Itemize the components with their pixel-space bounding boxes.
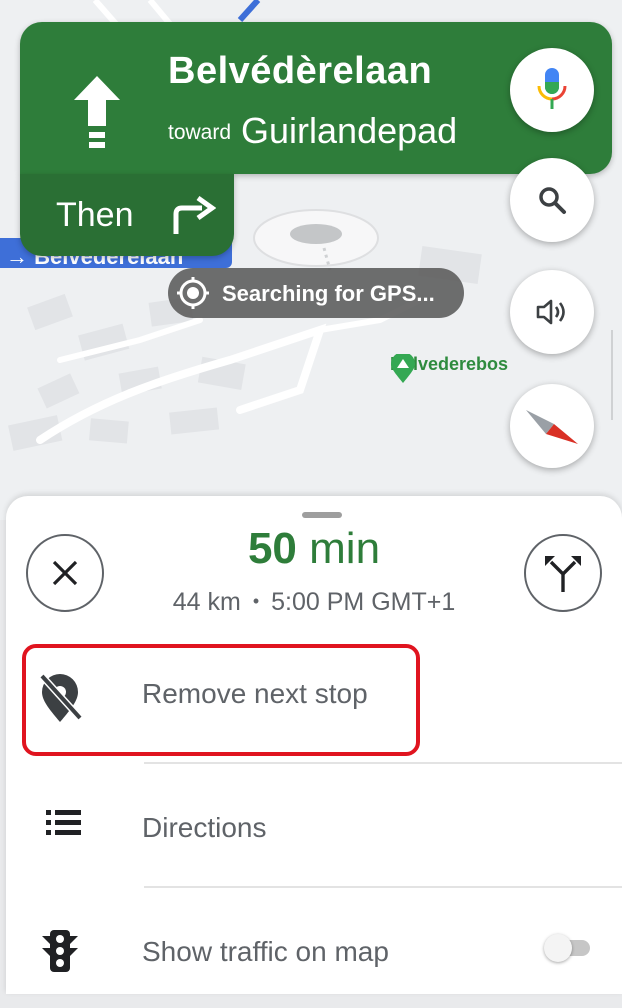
search-button[interactable] — [510, 158, 594, 242]
show-traffic-label: Show traffic on map — [142, 936, 389, 967]
gps-status-text: Searching for GPS... — [222, 281, 435, 306]
trip-arrival-time: 5:00 PM GMT+1 — [271, 588, 456, 616]
directions-item[interactable]: Directions — [6, 766, 622, 886]
traffic-toggle[interactable] — [544, 932, 594, 962]
search-icon — [539, 187, 566, 214]
toward-line: toward Guirlandepad — [168, 110, 457, 152]
route-fork-icon — [545, 556, 581, 592]
toggle-knob — [544, 934, 572, 962]
gps-status-pill: Searching for GPS... — [168, 268, 464, 318]
tree-pin-icon — [391, 354, 415, 383]
toward-street: Guirlandepad — [241, 110, 458, 151]
compass-icon — [526, 410, 578, 444]
compass-button[interactable] — [510, 384, 594, 468]
toward-label: toward — [168, 121, 232, 144]
divider — [144, 762, 622, 764]
voice-search-button[interactable] — [510, 48, 594, 132]
alternate-routes-button[interactable] — [524, 534, 602, 612]
eta-unit: min — [309, 524, 381, 573]
mic-icon — [537, 68, 567, 109]
then-label: Then — [56, 196, 134, 234]
turn-right-icon — [173, 196, 216, 234]
trip-distance: 44 km — [172, 588, 241, 616]
sheet-drag-handle[interactable] — [302, 512, 342, 518]
sound-icon — [536, 299, 565, 325]
gps-target-icon — [177, 277, 209, 309]
straight-arrow-icon — [74, 76, 120, 148]
eta-number: 50 — [247, 524, 297, 573]
directions-label: Directions — [142, 812, 267, 843]
trip-separator: • — [252, 591, 260, 611]
next-street-name: Belvédèrelaan — [168, 50, 433, 92]
show-traffic-item[interactable]: Show traffic on map — [6, 888, 622, 1008]
then-instruction-card[interactable]: Then — [20, 174, 234, 256]
traffic-light-icon — [42, 930, 78, 972]
sound-button[interactable] — [510, 270, 594, 354]
list-icon — [46, 810, 81, 835]
remove-next-stop-highlight — [22, 644, 420, 756]
poi-marker[interactable]: Belvederebos — [390, 354, 514, 383]
